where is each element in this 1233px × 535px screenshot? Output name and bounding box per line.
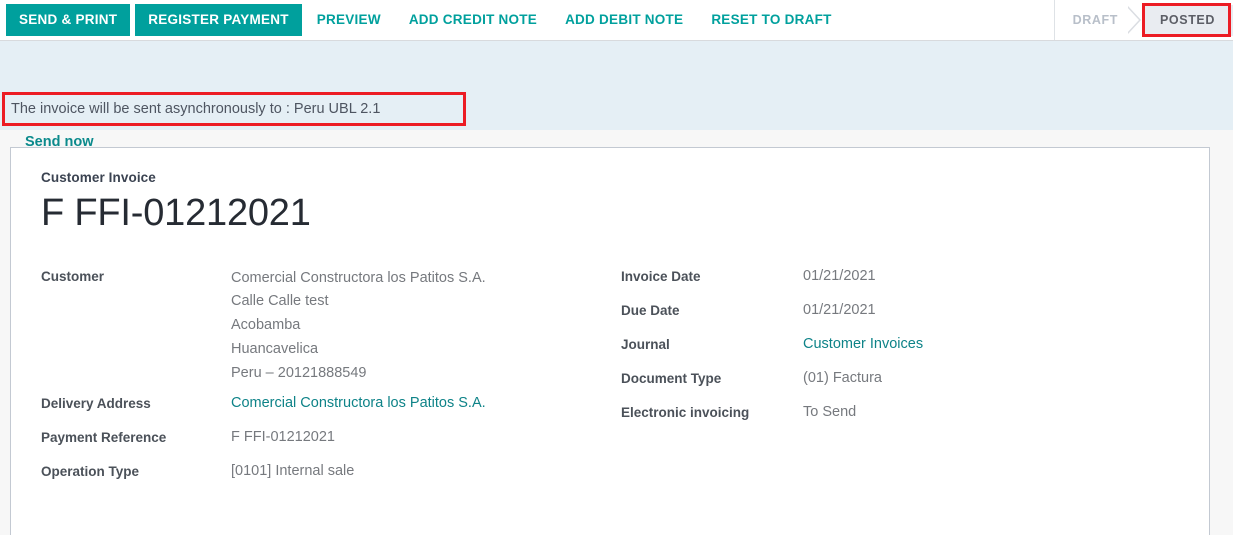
field-journal-label: Journal [621,335,803,369]
field-delivery-address: Delivery Address Comercial Constructora … [41,394,621,428]
field-electronic-invoicing-value: To Send [803,403,1051,437]
customer-name-link[interactable]: Comercial Constructora los Patitos S.A. [231,267,621,289]
delivery-address-link[interactable]: Comercial Constructora los Patitos S.A. [231,395,486,411]
register-payment-button[interactable]: REGISTER PAYMENT [135,4,302,36]
field-customer-value: Comercial Constructora los Patitos S.A. … [231,267,621,394]
field-document-type: Document Type (01) Factura [621,369,1051,403]
field-operation-type: Operation Type [0101] Internal sale [41,462,621,496]
field-electronic-invoicing: Electronic invoicing To Send [621,403,1051,437]
field-payment-reference-label: Payment Reference [41,428,231,462]
field-due-date-label: Due Date [621,301,803,335]
field-due-date-value[interactable]: 01/21/2021 [803,301,1051,335]
customer-city: Acobamba [231,313,621,337]
field-payment-reference: Payment Reference F FFI-01212021 [41,428,621,462]
field-operation-type-value[interactable]: [0101] Internal sale [231,462,621,496]
customer-state: Huancavelica [231,337,621,361]
preview-button[interactable]: PREVIEW [304,4,394,36]
field-customer-label: Customer [41,267,231,394]
status-step-draft-label: DRAFT [1073,13,1118,27]
action-button-group: SEND & PRINT REGISTER PAYMENT PREVIEW AD… [0,0,846,40]
status-step-posted[interactable]: POSTED [1142,5,1233,36]
send-now-link[interactable]: Send now [25,134,93,150]
field-customer: Customer Comercial Constructora los Pati… [41,267,621,394]
field-document-type-label: Document Type [621,369,803,403]
customer-street: Calle Calle test [231,289,621,313]
field-invoice-date: Invoice Date 01/21/2021 [621,267,1051,301]
field-operation-type-label: Operation Type [41,462,231,496]
send-and-print-button[interactable]: SEND & PRINT [6,4,130,36]
field-invoice-date-label: Invoice Date [621,267,803,301]
field-journal: Journal Customer Invoices [621,335,1051,369]
document-type-heading: Customer Invoice [41,170,1179,185]
status-step-draft[interactable]: DRAFT [1059,6,1138,35]
edi-alert-band: The invoice will be sent asynchronously … [0,41,1233,130]
invoice-right-field-column: Invoice Date 01/21/2021 Due Date 01/21/2… [621,267,1051,437]
field-payment-reference-value[interactable]: F FFI-01212021 [231,428,621,462]
field-journal-value: Customer Invoices [803,335,1051,369]
field-electronic-invoicing-label: Electronic invoicing [621,403,803,437]
status-step-posted-label: POSTED [1160,13,1215,27]
field-delivery-address-value: Comercial Constructora los Patitos S.A. [231,394,621,428]
add-debit-note-button[interactable]: ADD DEBIT NOTE [552,4,696,36]
invoice-field-area: Customer Comercial Constructora los Pati… [41,267,1179,496]
customer-country-vat: Peru – 20121888549 [231,361,621,385]
add-credit-note-button[interactable]: ADD CREDIT NOTE [396,4,550,36]
field-invoice-date-value[interactable]: 01/21/2021 [803,267,1051,301]
control-panel: SEND & PRINT REGISTER PAYMENT PREVIEW AD… [0,0,1233,41]
status-breadcrumb: DRAFT POSTED [1054,0,1233,40]
journal-link[interactable]: Customer Invoices [803,336,923,352]
invoice-left-field-column: Customer Comercial Constructora los Pati… [41,267,621,496]
field-delivery-address-label: Delivery Address [41,394,231,428]
sheet-background: Customer Invoice F FFI-01212021 Customer… [0,130,1233,535]
edi-alert-message: The invoice will be sent asynchronously … [11,99,380,119]
invoice-sheet: Customer Invoice F FFI-01212021 Customer… [10,147,1210,535]
page-title: F FFI-01212021 [41,189,1179,237]
field-document-type-value[interactable]: (01) Factura [803,369,1051,403]
reset-to-draft-button[interactable]: RESET TO DRAFT [698,4,844,36]
field-due-date: Due Date 01/21/2021 [621,301,1051,335]
